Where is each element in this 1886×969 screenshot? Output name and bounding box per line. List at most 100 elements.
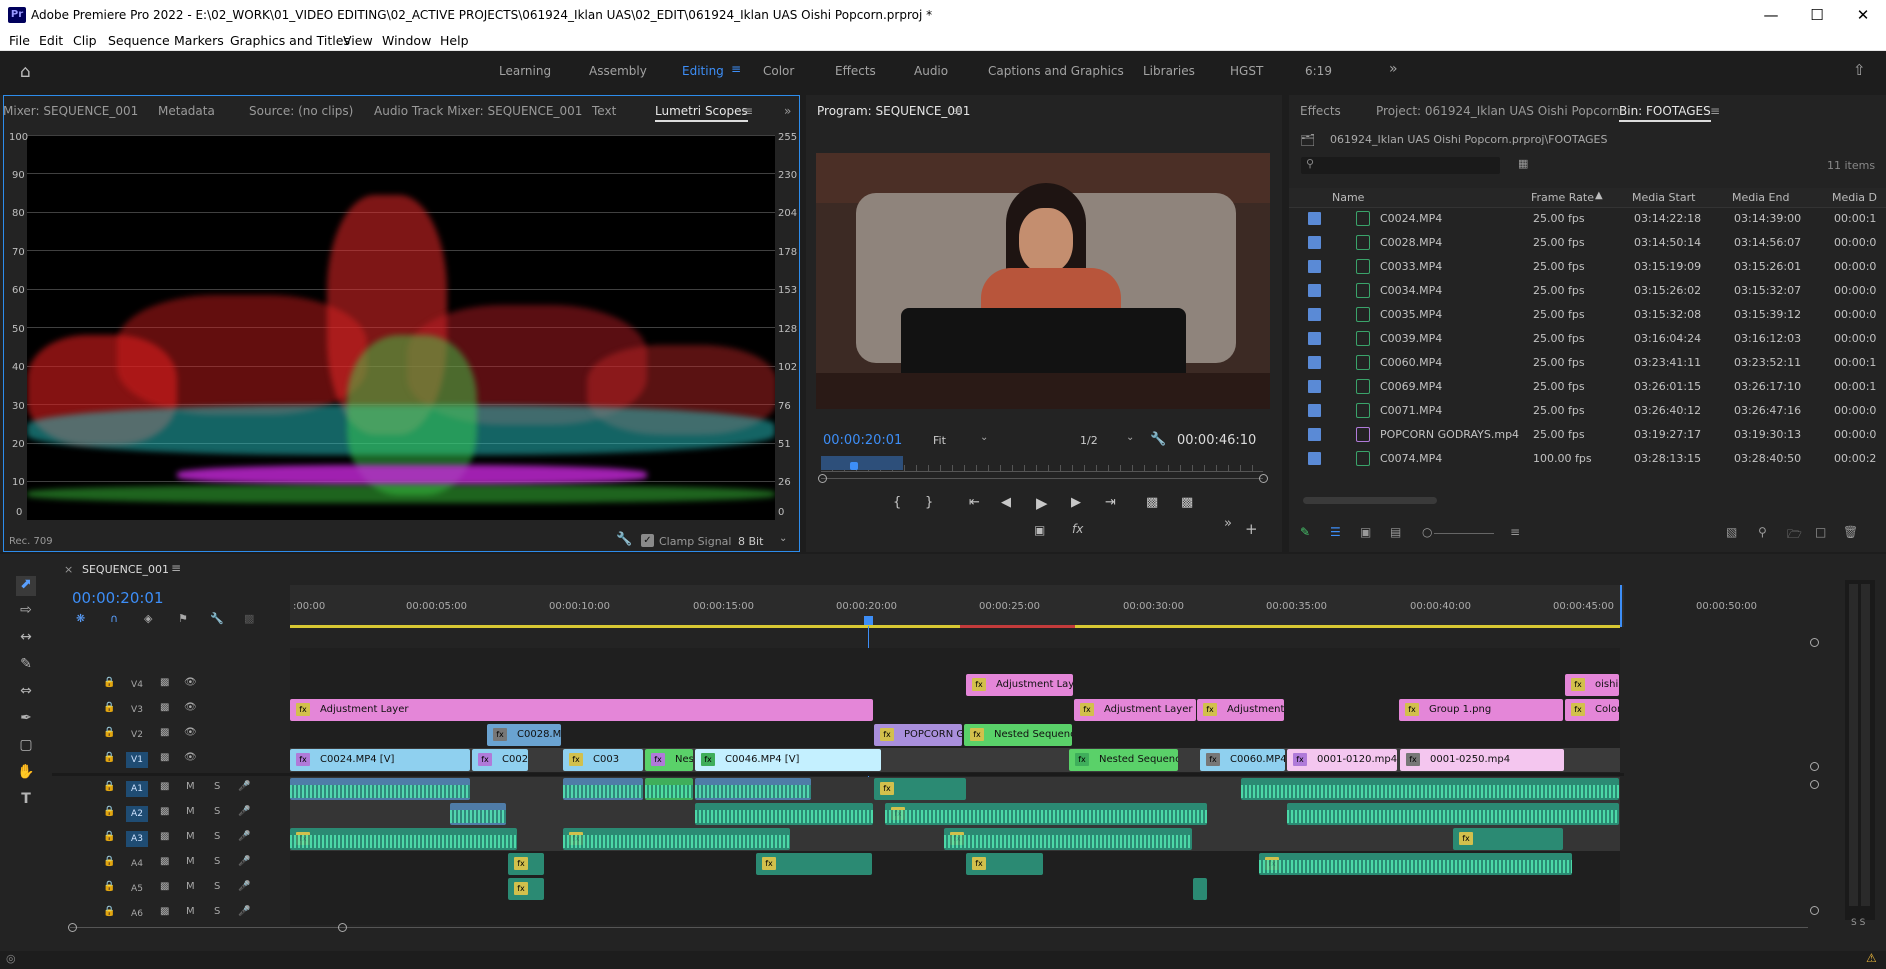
fit-select[interactable]: Fit <box>933 434 946 447</box>
clip-v2-nested-sequence[interactable]: fxNested Sequence 0 <box>964 724 1072 746</box>
pen-tool-icon[interactable]: ✒ <box>16 710 36 730</box>
step-back-icon[interactable]: ◀ <box>1001 495 1011 510</box>
freeform-view-icon[interactable]: ▤ <box>1390 525 1401 539</box>
compare-icon[interactable]: ▣ <box>1034 523 1045 537</box>
label-swatch[interactable] <box>1308 284 1321 297</box>
maximize-icon[interactable]: ☐ <box>1794 0 1840 31</box>
audio-clip[interactable]: fx <box>508 878 544 900</box>
audio-clip[interactable] <box>695 778 811 800</box>
clip-v3-color[interactable]: fx Color <box>1565 699 1619 721</box>
microphone-icon[interactable]: 🎤 <box>238 831 250 842</box>
solo-button[interactable]: S <box>214 831 220 842</box>
mute-button[interactable]: M <box>186 906 195 917</box>
eye-icon[interactable]: 👁 <box>184 752 197 763</box>
microphone-icon[interactable]: 🎤 <box>238 881 250 892</box>
audio-clip[interactable] <box>1287 803 1619 825</box>
new-search-bin-icon[interactable]: ▦ <box>1518 157 1528 170</box>
clip-v1-nested[interactable]: fx Nes <box>645 749 693 771</box>
label-swatch[interactable] <box>1308 404 1321 417</box>
go-to-in-icon[interactable]: ⇤ <box>969 495 980 510</box>
mute-button[interactable]: M <box>186 806 195 817</box>
program-zoom-bar[interactable] <box>821 478 1263 479</box>
lock-icon[interactable]: 🔒 <box>103 856 115 867</box>
play-icon[interactable]: ▶ <box>1036 494 1048 512</box>
list-item[interactable]: C0035.MP4 25.00 fps 03:15:32:08 03:15:39:12… <box>1289 303 1886 327</box>
audio-clip[interactable]: fx <box>290 828 517 850</box>
menu-file[interactable]: File <box>9 33 30 48</box>
sync-lock-icon[interactable]: ▩ <box>160 831 169 842</box>
automate-icon[interactable]: ▧ <box>1726 525 1737 539</box>
fit-chevron-icon[interactable]: ⌄ <box>980 432 988 443</box>
selection-tool-icon[interactable]: ⬈ <box>16 576 36 596</box>
label-swatch[interactable] <box>1308 260 1321 273</box>
clip-v3-group-png[interactable]: fx Group 1.png <box>1399 699 1563 721</box>
list-item[interactable]: C0028.MP4 25.00 fps 03:14:50:14 03:14:56:07… <box>1289 231 1886 255</box>
mark-out-icon[interactable]: } <box>925 495 933 510</box>
program-timecode[interactable]: 00:00:20:01 <box>823 433 902 448</box>
clip-v1-c0024[interactable]: fx C0024.MP4 [V] <box>290 749 470 771</box>
audio-vscroll-handle-top[interactable] <box>1810 780 1819 789</box>
audio-clip[interactable]: fx <box>1453 828 1563 850</box>
sync-lock-icon[interactable]: ▩ <box>160 806 169 817</box>
hand-tool-icon[interactable]: ✋ <box>16 764 36 784</box>
menu-view[interactable]: View <box>343 33 373 48</box>
menu-edit[interactable]: Edit <box>39 33 63 48</box>
audio-clip[interactable] <box>645 778 693 800</box>
list-item[interactable]: C0039.MP4 25.00 fps 03:16:04:24 03:16:12:03… <box>1289 327 1886 351</box>
menu-markers[interactable]: Markers <box>174 33 224 48</box>
lock-icon[interactable]: 🔒 <box>103 677 115 688</box>
slip-tool-icon[interactable]: ⇔ <box>16 683 36 703</box>
audio-clip[interactable]: fx <box>944 828 1192 850</box>
tab-effects[interactable]: Effects <box>1300 104 1341 118</box>
timeline-playhead-handle[interactable] <box>864 616 873 625</box>
audio-clip[interactable]: fx <box>966 853 1043 875</box>
wrench-icon[interactable]: 🔧 <box>616 532 632 547</box>
tab-project[interactable]: Project: 061924_Iklan UAS Oishi Popcorn <box>1376 104 1620 118</box>
lock-icon[interactable]: 🔒 <box>103 752 115 763</box>
clip-v3-adjustment-layer[interactable]: fx Adjustment Layer <box>290 699 873 721</box>
eye-icon[interactable]: 👁 <box>184 702 197 713</box>
ripple-edit-tool-icon[interactable]: ↔ <box>16 629 36 649</box>
audio-clip[interactable] <box>563 778 643 800</box>
microphone-icon[interactable]: 🎤 <box>238 806 250 817</box>
label-swatch[interactable] <box>1308 380 1321 393</box>
label-swatch[interactable] <box>1308 356 1321 369</box>
work-area-bar[interactable] <box>290 625 1620 628</box>
bit-depth-chevron-icon[interactable]: ⌄ <box>779 533 787 544</box>
audio-clip[interactable]: fx <box>874 778 966 800</box>
col-frame-rate[interactable]: Frame Rate <box>1531 191 1594 204</box>
clip-v4-oishi[interactable]: fx oishi <box>1565 674 1619 696</box>
label-swatch[interactable] <box>1308 236 1321 249</box>
list-item[interactable]: C0071.MP4 25.00 fps 03:26:40:12 03:26:47:16… <box>1289 399 1886 423</box>
eye-icon[interactable]: 👁 <box>184 727 197 738</box>
add-marker-icon[interactable]: ⚑ <box>178 612 188 625</box>
trash-icon[interactable]: 🗑 <box>1843 525 1858 539</box>
linked-selection-icon[interactable]: ◈ <box>144 612 152 625</box>
tab-source[interactable]: Source: (no clips) <box>249 104 353 118</box>
zoom-slider-handle[interactable]: ○ <box>1422 525 1432 539</box>
sequence-tab[interactable]: SEQUENCE_001 <box>82 563 169 576</box>
microphone-icon[interactable]: 🎤 <box>238 856 250 867</box>
rectangle-tool-icon[interactable]: ▢ <box>16 737 36 757</box>
resolution-chevron-icon[interactable]: ⌄ <box>1126 432 1134 443</box>
type-tool-icon[interactable]: T <box>16 791 36 811</box>
find-icon[interactable]: ⚲ <box>1758 525 1767 539</box>
workspace-libraries[interactable]: Libraries <box>1143 64 1195 78</box>
workspace-learning[interactable]: Learning <box>499 64 551 78</box>
minimize-icon[interactable]: — <box>1748 0 1794 31</box>
lock-icon[interactable]: 🔒 <box>103 881 115 892</box>
bin-horizontal-scrollbar[interactable] <box>1303 497 1437 504</box>
col-media-duration[interactable]: Media D <box>1832 191 1877 204</box>
step-forward-icon[interactable]: ▶ <box>1071 495 1081 510</box>
sequence-menu-icon[interactable]: ≡ <box>171 561 181 575</box>
program-playhead[interactable] <box>850 462 858 470</box>
video-audio-divider[interactable] <box>52 773 1624 776</box>
clip-v4-adjustment-layer[interactable]: fxAdjustment Layer <box>966 674 1073 696</box>
clip-v1-c003[interactable]: fx C003 <box>563 749 643 771</box>
sync-lock-icon[interactable]: ▩ <box>160 727 169 738</box>
scroll-handle-left[interactable] <box>68 923 77 932</box>
clip-v1-0001-0250[interactable]: fx 0001-0250.mp4 <box>1400 749 1564 771</box>
lock-icon[interactable]: 🔒 <box>103 906 115 917</box>
label-swatch[interactable] <box>1308 308 1321 321</box>
timeline-settings-icon[interactable]: 🔧 <box>210 612 224 625</box>
